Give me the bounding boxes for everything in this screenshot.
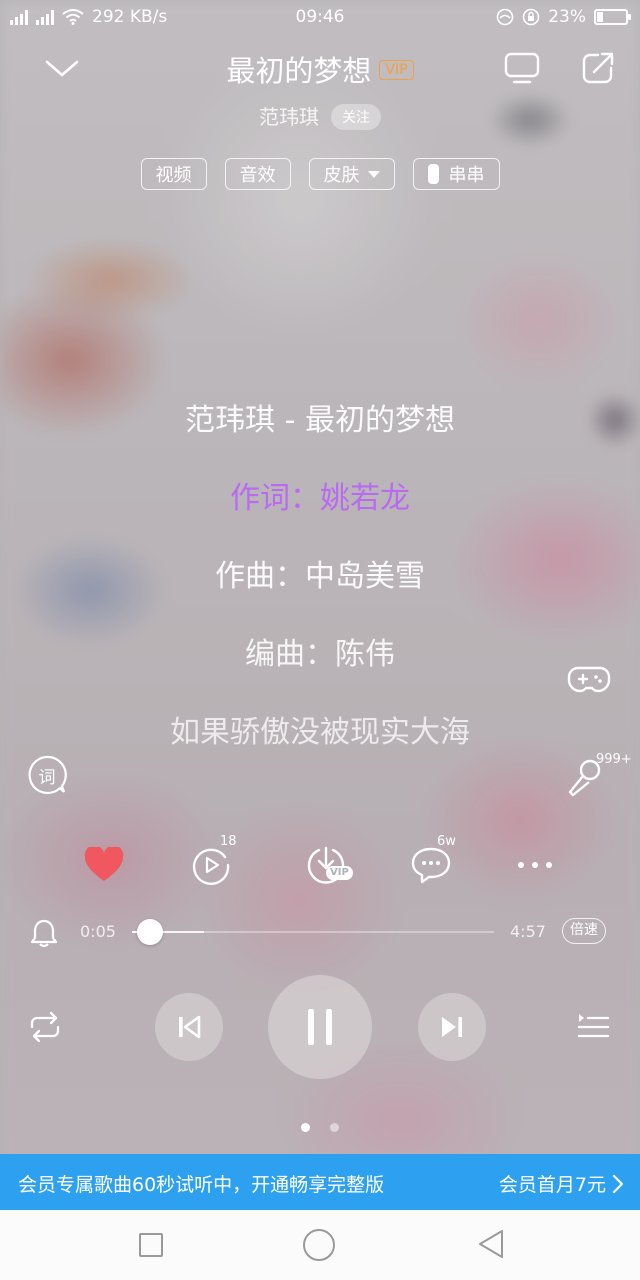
page-dot[interactable]: [301, 1123, 310, 1132]
mv-count: 18: [220, 834, 237, 849]
chuanchuan-chip-label: 串串: [448, 165, 485, 186]
comment-icon: [411, 847, 451, 884]
vip-trial-message: 会员专属歌曲60秒试听中，开通畅享完整版: [18, 1174, 385, 1196]
gamepad-icon: [567, 666, 611, 693]
game-button[interactable]: [566, 660, 612, 700]
tv-icon: [504, 52, 540, 84]
share-button[interactable]: [576, 46, 620, 90]
skin-chip-label: 皮肤: [323, 165, 360, 186]
action-row: 18 VIP 6w: [0, 834, 640, 892]
recents-icon[interactable]: [138, 1232, 164, 1258]
playlist-button[interactable]: [576, 1011, 612, 1043]
repeat-icon: [30, 1011, 60, 1043]
play-mode-button[interactable]: [26, 1010, 66, 1044]
song-title: 最初的梦想: [226, 54, 372, 88]
elapsed-time: 0:05: [80, 922, 116, 941]
lyrics-toggle-label: 词: [38, 768, 56, 788]
video-chip-label: 视频: [155, 165, 192, 186]
artist-row: 范玮琪 关注: [0, 101, 640, 132]
total-time: 4:57: [510, 922, 546, 941]
lyric-line-current: 作词：姚若龙: [230, 481, 410, 516]
lyrics-toggle-button[interactable]: 词: [26, 754, 68, 796]
progress-row: 0:05 4:57 倍速: [0, 912, 640, 952]
chuanchuan-chip[interactable]: 串串: [412, 158, 500, 190]
home-icon[interactable]: [302, 1228, 336, 1262]
share-icon: [582, 52, 614, 84]
page-indicator: [0, 1123, 640, 1132]
heart-icon: [84, 847, 124, 881]
lyrics-panel[interactable]: 范玮琪 - 最初的梦想 作词：姚若龙 作曲：中岛美雪 编曲：陈伟 如果骄傲没被现…: [0, 398, 640, 788]
battery-icon: [594, 9, 631, 25]
vip-trial-banner[interactable]: 会员专属歌曲60秒试听中，开通畅享完整版 会员首月7元: [0, 1154, 640, 1210]
follow-button[interactable]: 关注: [331, 103, 381, 130]
caret-down-icon: [367, 170, 380, 178]
more-button[interactable]: [508, 838, 562, 892]
video-chip[interactable]: 视频: [140, 158, 207, 190]
more-icon: [518, 862, 552, 868]
pause-button[interactable]: [268, 975, 372, 1079]
lyric-line: 编曲：陈伟: [245, 637, 395, 672]
chevron-right-icon: [612, 1174, 624, 1193]
download-vip-tag: VIP: [326, 866, 353, 880]
play-circle-icon: [192, 848, 230, 885]
skip-previous-icon: [179, 1015, 201, 1039]
previous-button[interactable]: [155, 993, 223, 1061]
back-icon[interactable]: [476, 1228, 506, 1260]
song-title-row: 最初的梦想 VIP: [0, 48, 640, 90]
next-button[interactable]: [418, 993, 486, 1061]
toggle-icon: [427, 164, 439, 184]
eye-care-icon: [496, 8, 514, 26]
vip-offer-text: 会员首月7元: [498, 1174, 606, 1196]
comment-count: 6w: [437, 834, 456, 849]
sleep-timer-button[interactable]: [30, 918, 60, 948]
pause-icon: [308, 1009, 332, 1045]
status-bar: 292 KB/s 09:46 23%: [0, 0, 640, 34]
feature-chips: 视频 音效 皮肤 串串: [0, 158, 640, 190]
battery-percent: 23%: [548, 7, 586, 27]
skip-next-icon: [442, 1017, 462, 1037]
progress-slider[interactable]: [132, 919, 494, 945]
progress-knob[interactable]: [137, 919, 163, 945]
download-button[interactable]: VIP: [296, 838, 360, 892]
system-navigation-bar: [0, 1210, 640, 1280]
lyric-line: 如果骄傲没被现实大海: [170, 715, 470, 750]
lyric-line: 范玮琪 - 最初的梦想: [185, 403, 455, 438]
cast-screen-button[interactable]: [500, 48, 544, 88]
mv-button[interactable]: 18: [184, 834, 238, 892]
karaoke-count: 999+: [596, 752, 632, 767]
player-controls: [0, 975, 640, 1079]
rotation-lock-icon: [522, 8, 540, 26]
comment-button[interactable]: 6w: [404, 834, 458, 892]
sound-effect-chip-label: 音效: [239, 165, 276, 186]
page-dot[interactable]: [330, 1123, 339, 1132]
bell-icon: [30, 919, 58, 948]
playlist-icon: [577, 1014, 610, 1038]
vip-offer-link[interactable]: 会员首月7元: [499, 1170, 624, 1197]
clock: 09:46: [295, 7, 345, 27]
skin-chip[interactable]: 皮肤: [308, 158, 395, 190]
lyric-line: 作曲：中岛美雪: [215, 559, 425, 594]
playback-speed-button[interactable]: 倍速: [562, 918, 606, 944]
sound-effect-chip[interactable]: 音效: [224, 158, 291, 190]
favorite-button[interactable]: [77, 838, 131, 892]
vip-tag: VIP: [379, 60, 414, 80]
artist-name[interactable]: 范玮琪: [259, 105, 319, 129]
karaoke-button[interactable]: 999+: [566, 752, 636, 798]
